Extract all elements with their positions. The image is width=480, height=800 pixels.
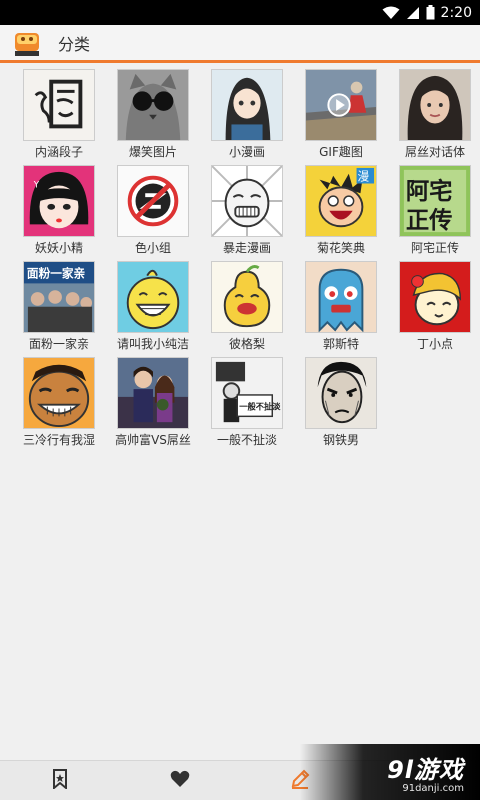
svg-text:正传: 正传 [406, 206, 453, 234]
status-time: 2:20 [440, 4, 472, 21]
portrait-girl-icon [399, 69, 471, 141]
category-label: 色小组 [134, 241, 171, 255]
category-item-pear[interactable]: 彼格梨 [200, 261, 294, 357]
category-item-yiban[interactable]: 一般不扯淡 一般不扯淡 [200, 357, 294, 453]
grin-man-icon [23, 357, 95, 429]
neihan-doodle-icon [23, 69, 95, 141]
category-item-rage-comic[interactable]: 暴走漫画 [200, 165, 294, 261]
couple-comic-icon [117, 357, 189, 429]
app-header: 分类 [0, 25, 480, 60]
category-item-ghost[interactable]: 郭斯特 [294, 261, 388, 357]
category-label: 三冷行有我湿 [22, 433, 95, 447]
yellow-pear-icon [211, 261, 283, 333]
category-label: 爆笑图片 [128, 145, 177, 159]
heart-icon [170, 770, 190, 792]
category-label: 小漫画 [228, 145, 265, 159]
rage-face-icon [211, 165, 283, 237]
category-item-gaoshuaifu[interactable]: 高帅富VS屌丝 [106, 357, 200, 453]
laughing-cartoon-icon: 漫 [305, 165, 377, 237]
header-accent-line [0, 60, 480, 63]
category-label: 内涵段子 [34, 145, 83, 159]
site-watermark: 9l游戏 91danji.com [300, 744, 480, 800]
category-item-neihan[interactable]: 内涵段子 [12, 69, 106, 165]
category-label: 妖妖小精 [34, 241, 83, 255]
nav-favorite-button[interactable] [120, 761, 240, 800]
category-item-diaosi-dialog[interactable]: 屌丝对话体 [388, 69, 480, 165]
page-title: 分类 [58, 34, 91, 54]
category-label: 高帅富VS屌丝 [115, 433, 191, 447]
category-item-sanleng[interactable]: 三冷行有我湿 [12, 357, 106, 453]
nav-bookmark-button[interactable] [0, 761, 120, 800]
category-label: 彼格梨 [228, 337, 265, 351]
signal-icon [406, 6, 420, 20]
comic-sign-icon: 一般不扯淡 [211, 357, 283, 429]
category-label: 请叫我小纯洁 [116, 337, 189, 351]
category-label: 暴走漫画 [222, 241, 271, 255]
black-hair-girl-icon: Y [23, 165, 95, 237]
category-label: 阿宅正传 [410, 241, 459, 255]
status-bar: 2:20 [0, 0, 480, 25]
svg-text:面粉一家亲: 面粉一家亲 [27, 267, 86, 281]
category-item-gif[interactable]: GIF趣图 [294, 69, 388, 165]
category-label: 丁小点 [416, 337, 453, 351]
category-item-iron-man[interactable]: 钢铁男 [294, 357, 388, 453]
category-label: 屌丝对话体 [404, 145, 465, 159]
anime-girl-icon [211, 69, 283, 141]
bookmark-icon [52, 769, 68, 793]
svg-text:Y: Y [33, 180, 40, 190]
category-item-chrysanthemum[interactable]: 漫 菊花笑典 [294, 165, 388, 261]
category-label: 面粉一家亲 [28, 337, 89, 351]
svg-text:漫: 漫 [358, 170, 370, 184]
watermark-sub: 91danji.com [402, 783, 464, 794]
category-label: GIF趣图 [319, 145, 363, 159]
category-item-small-comic[interactable]: 小漫画 [200, 69, 294, 165]
category-item-pure[interactable]: 请叫我小纯洁 [106, 261, 200, 357]
no-sign-icon [117, 165, 189, 237]
category-label: 钢铁男 [322, 433, 359, 447]
category-item-otaku[interactable]: 阿宅 正传 阿宅正传 [388, 165, 480, 261]
battery-icon [426, 5, 435, 20]
app-logo[interactable] [14, 30, 40, 56]
cat-sunglasses-icon [117, 69, 189, 141]
red-girl-icon [399, 261, 471, 333]
svg-text:阿宅: 阿宅 [406, 177, 453, 205]
category-label: 一般不扯淡 [216, 433, 277, 447]
category-item-flour-family[interactable]: 面粉一家亲 面粉一家亲 [12, 261, 106, 357]
sketch-man-icon [305, 357, 377, 429]
group-photo-icon: 面粉一家亲 [23, 261, 95, 333]
category-item-funny-pics[interactable]: 爆笑图片 [106, 69, 200, 165]
yellow-chick-icon [117, 261, 189, 333]
watermark-main: 9l游戏 [387, 756, 464, 784]
category-item-color-group[interactable]: 色小组 [106, 165, 200, 261]
category-label: 郭斯特 [322, 337, 359, 351]
otaku-poster-icon: 阿宅 正传 [399, 165, 471, 237]
category-label: 菊花笑典 [316, 241, 365, 255]
wifi-icon [382, 6, 400, 20]
category-item-yaoyao[interactable]: Y 妖妖小精 [12, 165, 106, 261]
gif-video-icon [305, 69, 377, 141]
blue-ghost-icon [305, 261, 377, 333]
svg-text:一般不扯淡: 一般不扯淡 [239, 402, 281, 412]
category-item-dingxiaodian[interactable]: 丁小点 [388, 261, 480, 357]
